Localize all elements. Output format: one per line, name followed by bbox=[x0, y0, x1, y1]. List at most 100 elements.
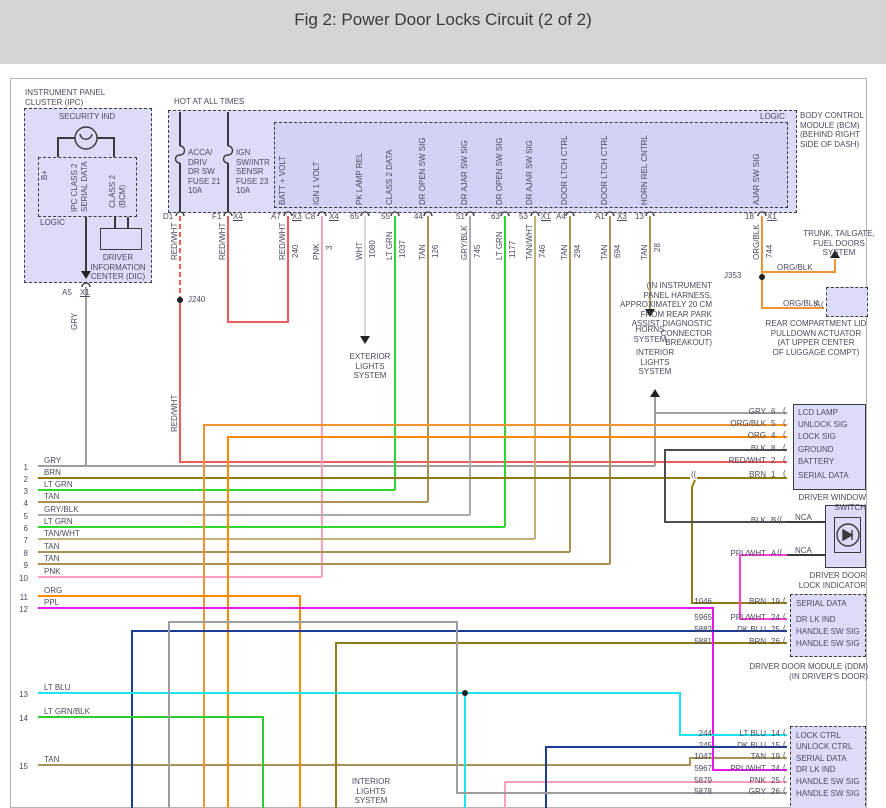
wl-gryblk: GRY/BLK bbox=[460, 225, 469, 260]
orgblk-rear-label: ORG/BLK bbox=[783, 299, 819, 308]
cn-3: 3 bbox=[325, 245, 334, 250]
led-triangle-icon bbox=[842, 528, 854, 542]
ind-pin-b: B bbox=[771, 516, 777, 525]
pin-bump bbox=[390, 211, 400, 217]
dl-pin-14: 14 bbox=[771, 729, 780, 738]
wl-redwht-f1: RED/WHT bbox=[218, 222, 227, 260]
diagram-canvas: INSTRUMENT PANEL CLUSTER (IPC) SECURITY I… bbox=[0, 0, 886, 808]
dws-col-redwht: RED/WHT bbox=[728, 456, 766, 465]
pin-44: 44 bbox=[414, 212, 423, 221]
pin-51: 51 bbox=[456, 212, 465, 221]
wire-layer bbox=[38, 112, 860, 808]
pin-bump bbox=[423, 211, 433, 217]
orgblk-trunk-label: ORG/BLK bbox=[777, 263, 813, 272]
sig-ajar-sw: AJAR SW SIG bbox=[752, 153, 761, 205]
ddm-sig-handle1: HANDLE SW SIG bbox=[796, 627, 860, 636]
sig-ign1-volt: IGN 1 VOLT bbox=[312, 161, 321, 205]
dl-cn-5879: 5879 bbox=[694, 776, 712, 785]
conn-x1-2: X1 bbox=[767, 212, 777, 221]
row-lbl-8: TAN bbox=[44, 542, 60, 551]
row-num-14: 14 bbox=[19, 714, 28, 723]
interior-lights-label-1: INTERIOR LIGHTS SYSTEM bbox=[635, 348, 675, 376]
bplus-label: B+ bbox=[40, 169, 49, 180]
brn-splice: (( bbox=[691, 470, 697, 479]
j353-label: J353 bbox=[724, 271, 742, 280]
wl-redwht-d1: RED/WHT bbox=[170, 222, 179, 260]
wl-redwht-mid: RED/WHT bbox=[170, 394, 179, 432]
conn-x4-1: X4 bbox=[233, 212, 243, 221]
row-lbl-5: GRY/BLK bbox=[44, 505, 79, 514]
wl-orgblk-18: ORG/BLK bbox=[752, 224, 761, 260]
j353-note: (IN INSTRUMENT PANEL HARNESS, APPROXIMAT… bbox=[619, 281, 712, 347]
cn-126: 126 bbox=[431, 244, 440, 258]
pin-a-rear: A bbox=[815, 300, 821, 309]
row-num-1: 1 bbox=[23, 463, 28, 472]
conn-x3-1: X3 bbox=[292, 212, 302, 221]
row-lbl-3: LT GRN bbox=[44, 480, 73, 489]
horns-system-label: HORNS SYSTEM bbox=[633, 325, 667, 344]
sig-dr-ajar-1: DR AJAR SW SIG bbox=[460, 140, 469, 205]
sig-class2-data: CLASS 2 DATA bbox=[385, 149, 394, 205]
pin-bump bbox=[175, 211, 185, 217]
dws-col-brn: BRN bbox=[749, 470, 766, 479]
row14-ltgrnblk bbox=[38, 716, 264, 808]
dws-pin-6: 6 bbox=[771, 407, 776, 416]
dl-cn-5967: 5967 bbox=[694, 764, 712, 773]
cn-745: 745 bbox=[473, 244, 482, 258]
row-lbl-12: PPL bbox=[44, 598, 60, 607]
dws-bump-8: ( bbox=[783, 443, 786, 452]
wl-ltgrn-55: LT GRN bbox=[385, 231, 394, 260]
sig-dr-open-2: DR OPEN SW SIG bbox=[495, 137, 504, 205]
dws-pin-4: 4 bbox=[771, 431, 776, 440]
dws-pin-8: 8 bbox=[771, 444, 776, 453]
ddm-bump-24: ( bbox=[783, 612, 786, 621]
dl-sig-lock: LOCK CTRL bbox=[796, 731, 841, 740]
pin-d1: D1 bbox=[163, 212, 174, 221]
dws-col-gry: GRY bbox=[748, 407, 766, 416]
dl-col-tan: TAN bbox=[750, 752, 766, 761]
dic-label: DRIVER INFORMATION CENTER (DIC) bbox=[90, 253, 146, 281]
fuse-23-icon bbox=[222, 145, 234, 164]
pin-a4: A4 bbox=[556, 212, 566, 221]
row-num-5: 5 bbox=[23, 512, 28, 521]
sig-dr-ajar-2: DR AJAR SW SIG bbox=[525, 140, 534, 205]
row-lbl-10: PNK bbox=[44, 567, 61, 576]
junction-dot bbox=[462, 690, 468, 696]
pin-a1: A1 bbox=[595, 212, 605, 221]
row-lbl-2: BRN bbox=[44, 468, 61, 477]
row-num-13: 13 bbox=[19, 690, 28, 699]
ddm-bump-26: ( bbox=[783, 636, 786, 645]
ddm-col-brn-19: BRN bbox=[749, 597, 766, 606]
ddm-cn-5965: 5965 bbox=[694, 613, 712, 622]
dws-sig-battery: BATTERY bbox=[798, 457, 835, 466]
dws-pin-1: 1 bbox=[771, 470, 776, 479]
row-num-15: 15 bbox=[19, 762, 28, 771]
ddm-pin-26: 26 bbox=[771, 637, 780, 646]
dws-sig-lock: LOCK SIG bbox=[798, 432, 836, 441]
dl-cn-5878: 5878 bbox=[694, 787, 712, 796]
junction-dot bbox=[759, 274, 765, 280]
ind-splice-a: (( bbox=[777, 548, 783, 557]
conn-x3-2: X3 bbox=[617, 212, 627, 221]
dl-col-gry: GRY bbox=[748, 787, 766, 796]
dl-sig-unlock: UNLOCK CTRL bbox=[796, 742, 853, 751]
ddm-sig-serial: SERIAL DATA bbox=[796, 599, 847, 608]
wl-tan-44: TAN bbox=[418, 244, 427, 260]
wl-tan-13: TAN bbox=[640, 244, 649, 260]
ddm-col-brn-26: BRN bbox=[749, 637, 766, 646]
ddm-bump-19: ( bbox=[783, 596, 786, 605]
wl-pnk: PNK bbox=[312, 243, 321, 260]
sig-pk-lamp-rel: PK LAMP REL bbox=[355, 152, 364, 205]
interior-lights-label-2: INTERIOR LIGHTS SYSTEM bbox=[351, 777, 391, 805]
fuse21-label: ACCA/ DRIV DR SW FUSE 21 10A bbox=[188, 148, 221, 195]
ipc-logic-label: LOGIC bbox=[40, 218, 65, 227]
pin-63: 63 bbox=[491, 212, 500, 221]
dws-col-orgblk: ORG/BLK bbox=[730, 419, 766, 428]
dws-sig-lcd: LCD LAMP bbox=[798, 408, 839, 417]
rear-bump: ( bbox=[821, 300, 824, 309]
dl-sig-handle1: HANDLE SW SIG bbox=[796, 777, 860, 786]
sig-door-ltch-1: DOOR LTCH CTRL bbox=[560, 135, 569, 205]
trunk-label: TRUNK, TAILGATE, FUEL DOORS SYSTEM bbox=[803, 229, 875, 257]
row-num-7: 7 bbox=[23, 536, 28, 545]
pin-65: 65 bbox=[350, 212, 359, 221]
